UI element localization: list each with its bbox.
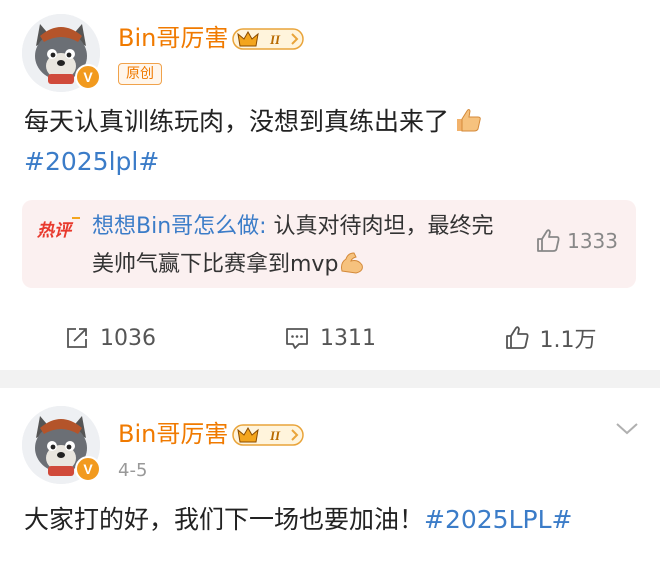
hot-comment-box[interactable]: 热评 想想Bin哥怎么做: 认真对待肉坦，最终完美帅气赢下比赛拿到mvp 133…: [22, 200, 636, 288]
vip-crown-badge-icon[interactable]: II: [232, 422, 306, 448]
repost-count: 1036: [100, 325, 156, 351]
like-count: 1.1万: [539, 328, 597, 353]
hot-comment-user[interactable]: 想想Bin哥怎么做:: [92, 214, 267, 239]
hot-comment-label-icon: 热评: [36, 217, 80, 241]
comment-count: 1311: [320, 325, 376, 351]
post-text: 大家打的好，我们下一场也要加油！#2025LPL#: [24, 500, 572, 540]
feed-divider: [0, 370, 660, 388]
original-tag: 原创: [118, 63, 162, 85]
hot-comment-like-count: 1333: [567, 229, 618, 253]
thumbs-up-emoji-icon: [457, 109, 481, 132]
muscle-emoji-icon: [341, 252, 364, 274]
post-card-1: V Bin哥厉害 II 原创 每天认真训练玩肉，没想到真练出来了 #2025lp…: [0, 0, 660, 370]
comment-icon: [286, 328, 308, 349]
comment-button[interactable]: 1311: [220, 318, 440, 358]
svg-text:II: II: [269, 32, 281, 47]
action-bar: 1036 1311 1.1万: [0, 318, 660, 358]
username[interactable]: Bin哥厉害: [118, 22, 228, 54]
hot-comment-like[interactable]: 1333: [535, 228, 618, 254]
verified-badge: V: [75, 456, 101, 482]
like-button[interactable]: 1.1万: [440, 318, 660, 358]
chevron-down-icon[interactable]: [614, 420, 640, 438]
repost-button[interactable]: 1036: [0, 318, 220, 358]
svg-text:II: II: [269, 428, 281, 443]
username[interactable]: Bin哥厉害: [118, 418, 228, 450]
post-card-2: V Bin哥厉害 II 4-5 大家打的好，我们下一场也要加油！#2025LPL…: [0, 388, 660, 580]
like-icon: [537, 229, 560, 252]
post-text-content: 每天认真训练玩肉，没想到真练出来了: [24, 107, 450, 136]
hashtag-link[interactable]: #2025LPL#: [424, 505, 572, 534]
verified-badge: V: [75, 64, 101, 90]
hashtag-link[interactable]: #2025lpl#: [24, 142, 159, 182]
like-icon: [505, 326, 528, 349]
post-date: 4-5: [118, 460, 148, 481]
hot-comment-label: 热评: [36, 221, 74, 241]
post-text-content: 大家打的好，我们下一场也要加油！: [24, 505, 425, 534]
post-text: 每天认真训练玩肉，没想到真练出来了: [24, 102, 483, 142]
hot-comment-text: 想想Bin哥怎么做: 认真对待肉坦，最终完美帅气赢下比赛拿到mvp: [92, 208, 512, 284]
repost-icon: [67, 328, 87, 348]
vip-crown-badge-icon[interactable]: II: [232, 26, 306, 52]
